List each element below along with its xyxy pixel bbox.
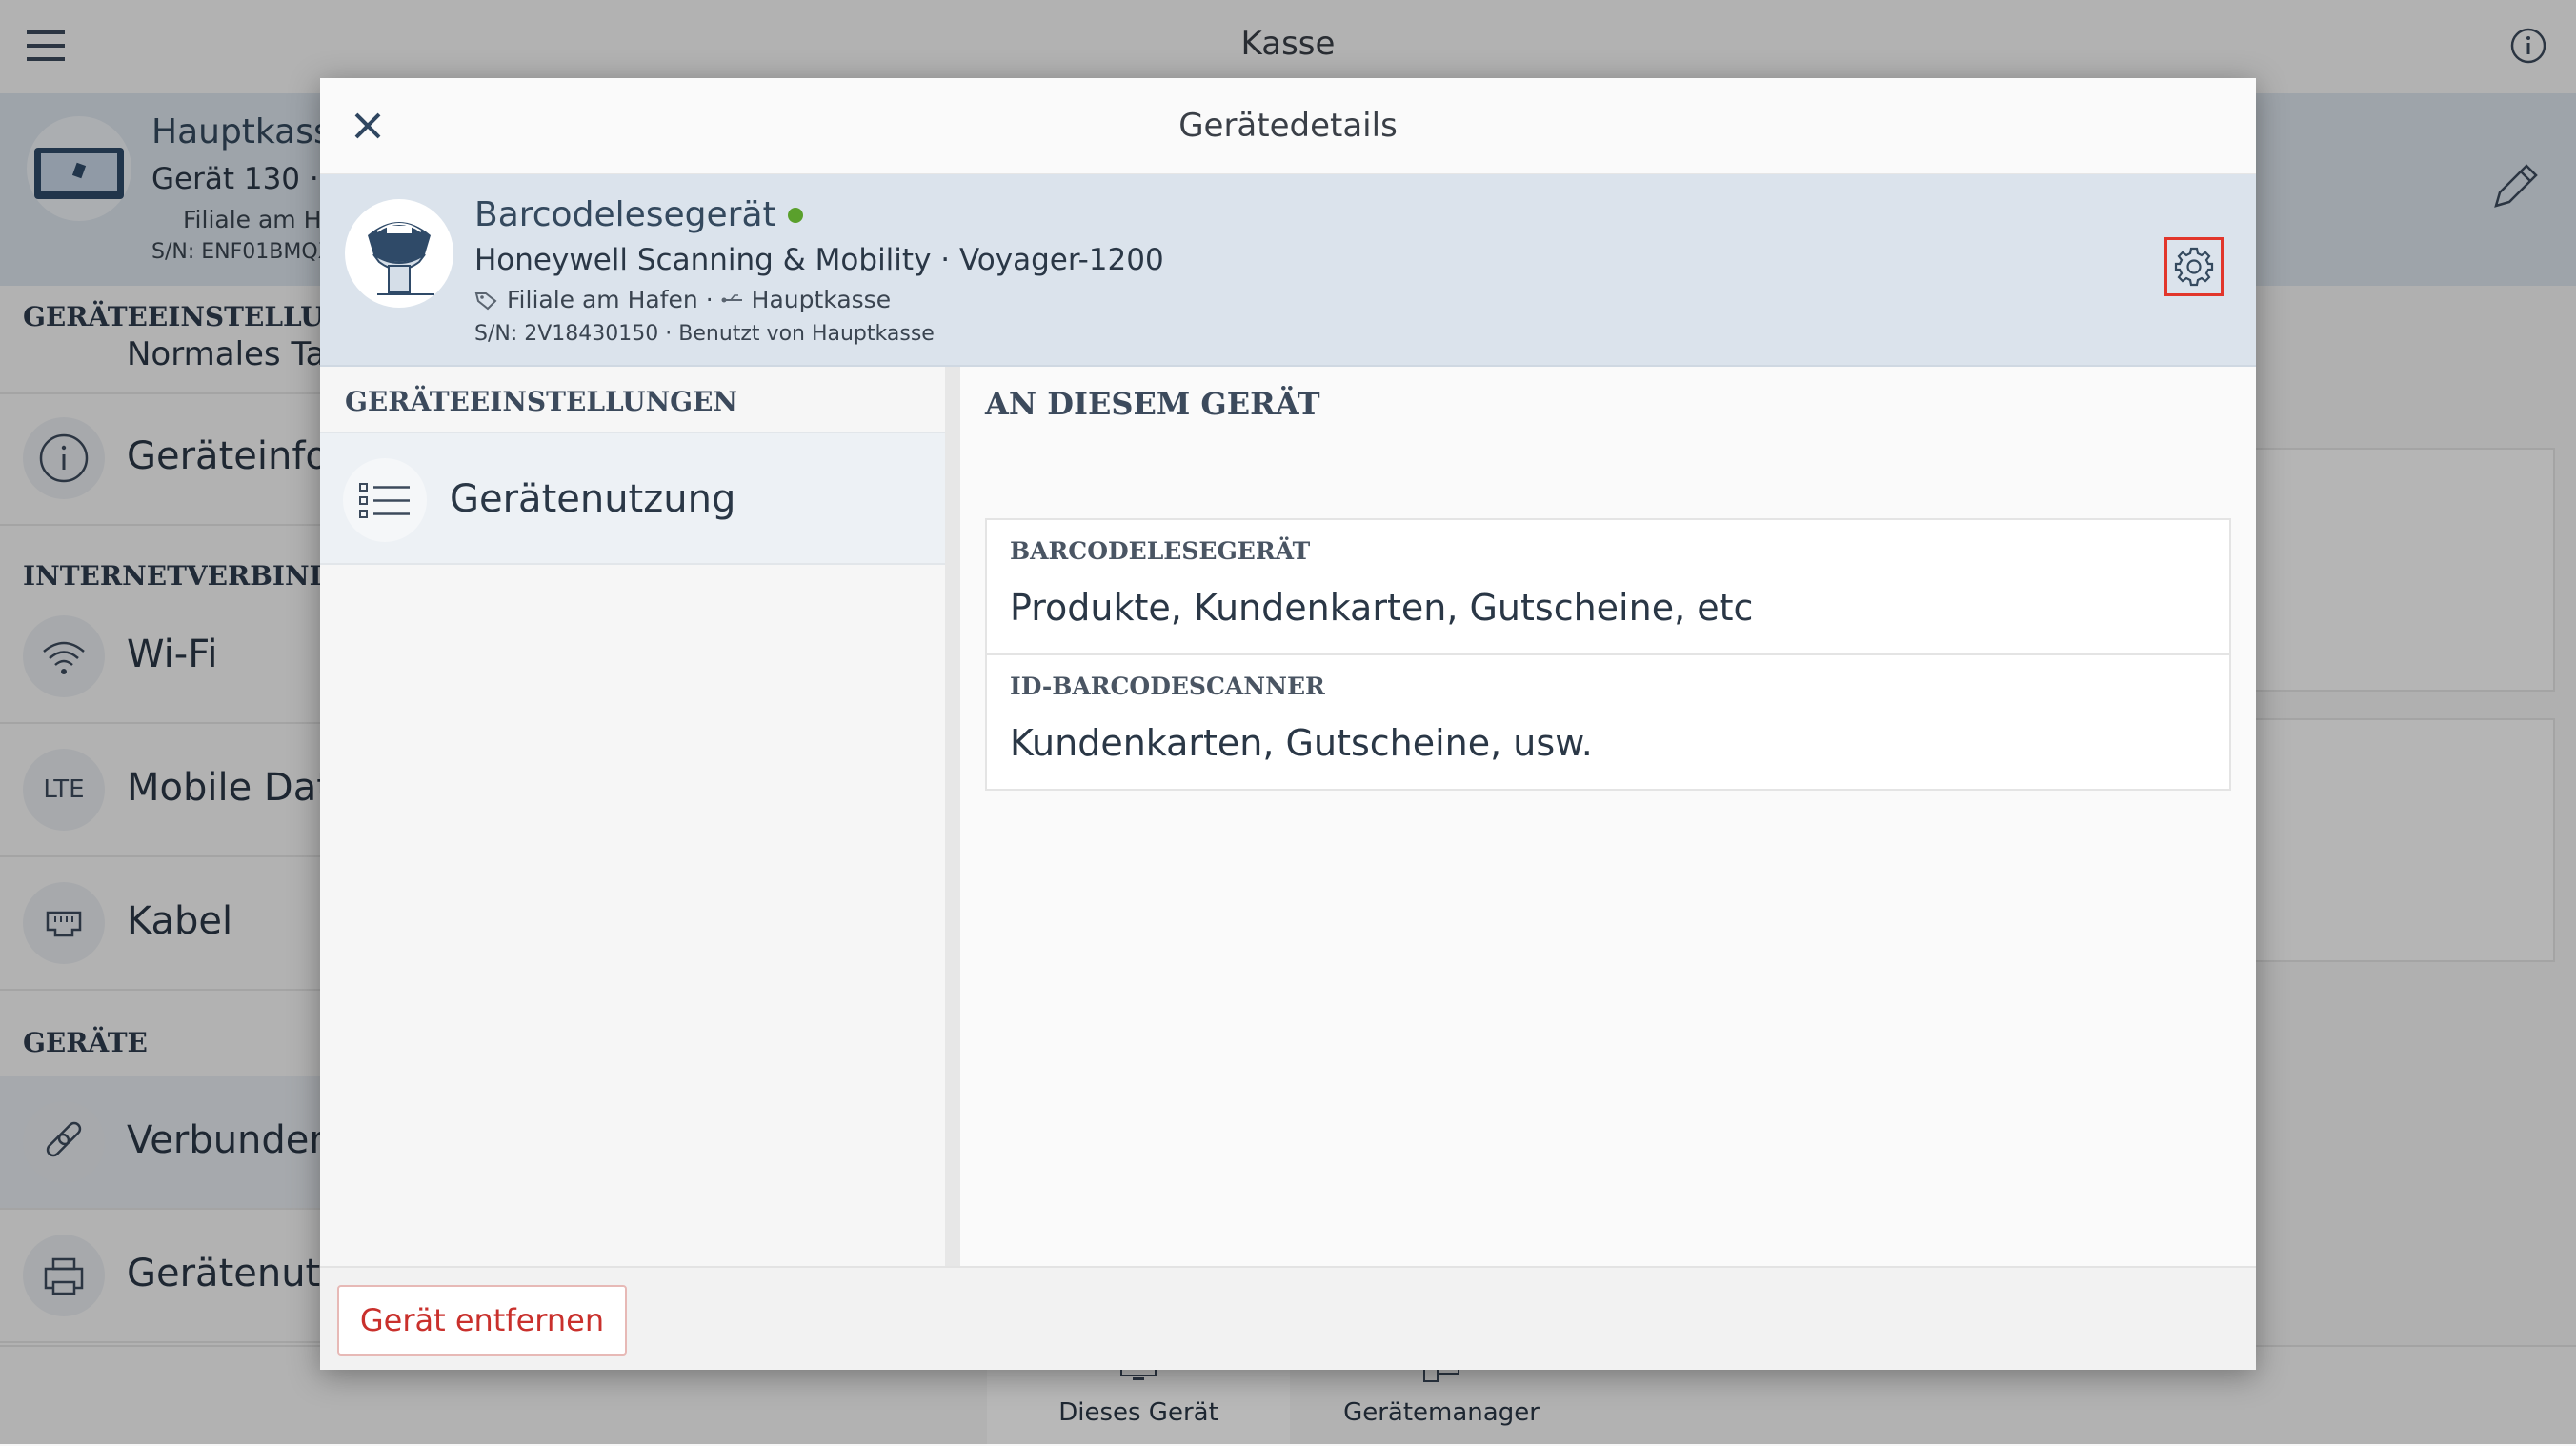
usage-row-id-scanner[interactable]: ID-BARCODESCANNER Kundenkarten, Gutschei… bbox=[985, 653, 2231, 791]
close-button[interactable] bbox=[345, 103, 391, 149]
usb-icon bbox=[721, 293, 744, 307]
section-title: AN DIESEM GERÄT bbox=[985, 386, 1320, 422]
device-location: Filiale am Hafen · Hauptkasse bbox=[474, 286, 891, 313]
device-model: Honeywell Scanning & Mobility · Voyager-… bbox=[474, 243, 1164, 277]
device-name: Barcodelesegerät bbox=[474, 195, 776, 234]
location-label: Filiale am Hafen · bbox=[507, 286, 714, 313]
device-settings-button[interactable] bbox=[2164, 237, 2224, 296]
usage-caption: BARCODELESEGERÄT bbox=[1010, 537, 1311, 565]
gear-icon bbox=[2174, 247, 2214, 287]
settings-item-label: Gerätenutzung bbox=[450, 477, 736, 521]
remove-device-button[interactable]: Gerät entfernen bbox=[337, 1285, 627, 1356]
dialog-footer: Gerät entfernen bbox=[320, 1266, 2256, 1370]
device-settings-pane: GERÄTEEINSTELLUNGEN Gerätenutzung bbox=[320, 367, 960, 1266]
usage-row-barcode-reader[interactable]: BARCODELESEGERÄT Produkte, Kundenkarten,… bbox=[985, 518, 2231, 655]
device-details-dialog: Gerätedetails Barcodelesegerät Honeywell… bbox=[320, 78, 2256, 1370]
settings-item-device-usage[interactable]: Gerätenutzung bbox=[320, 432, 945, 565]
online-status-indicator bbox=[788, 207, 803, 223]
usage-caption: ID-BARCODESCANNER bbox=[1010, 673, 1325, 700]
list-icon bbox=[343, 458, 427, 542]
barcode-scanner-icon bbox=[345, 199, 453, 308]
device-serial: S/N: 2V18430150 · Benutzt von Hauptkasse bbox=[474, 322, 935, 346]
usage-value: Produkte, Kundenkarten, Gutscheine, etc bbox=[1010, 587, 1754, 629]
dialog-title: Gerätedetails bbox=[1178, 107, 1398, 145]
dialog-header: Gerätedetails bbox=[320, 78, 2256, 175]
usage-value: Kundenkarten, Gutscheine, usw. bbox=[1010, 722, 1593, 764]
connection-label: Hauptkasse bbox=[751, 286, 892, 313]
device-usage-pane: AN DIESEM GERÄT BARCODELESEGERÄT Produkt… bbox=[960, 367, 2256, 1266]
store-tag-icon bbox=[474, 290, 499, 311]
section-title: GERÄTEEINSTELLUNGEN bbox=[345, 386, 738, 417]
close-icon bbox=[354, 112, 381, 139]
device-summary: Barcodelesegerät Honeywell Scanning & Mo… bbox=[320, 174, 2256, 367]
